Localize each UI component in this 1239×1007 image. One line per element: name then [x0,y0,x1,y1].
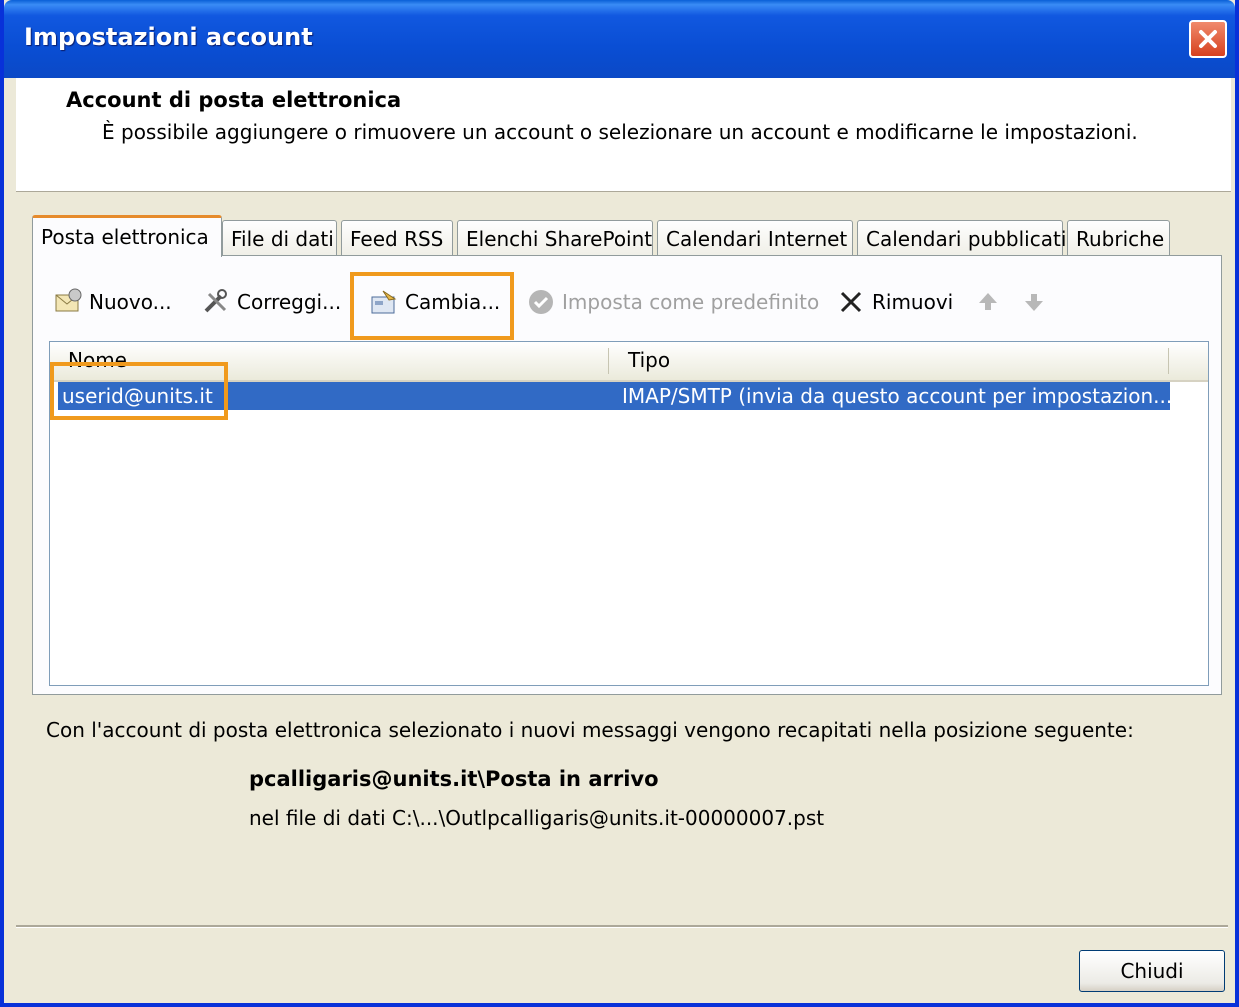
window-title: Impostazioni account [24,23,313,51]
tab-strip: Posta elettronica File di dati Feed RSS … [32,215,1212,257]
tab-email[interactable]: Posta elettronica [32,215,222,257]
arrow-down-icon [1025,294,1043,311]
set-default-label: Imposta come predefinito [562,290,820,314]
new-mail-icon [55,288,82,312]
set-default-button[interactable]: Imposta come predefinito [526,284,819,320]
column-separator[interactable] [608,348,609,374]
column-separator[interactable] [1168,348,1169,374]
remove-account-button[interactable]: Rimuovi [836,284,953,320]
table-row[interactable]: userid@units.it IMAP/SMTP (invia da ques… [58,382,1173,410]
tab-internet-calendars[interactable]: Calendari Internet [657,220,853,256]
column-header-type[interactable]: Tipo [628,348,670,372]
remove-x-icon [840,291,862,313]
account-list[interactable]: Nome Tipo userid@units.it IMAP/SMTP (inv… [49,341,1209,686]
tab-sharepoint-lists[interactable]: Elenchi SharePoint [457,220,653,256]
change-account-button[interactable]: Cambia... [369,284,500,320]
change-account-label: Cambia... [405,290,501,314]
email-tab-panel: Nuovo... Correggi... Cambia... Imposta c… [32,255,1222,695]
delivery-data-file: nel file di dati C:\...\Outlpcalligaris@… [249,806,825,830]
tab-address-books[interactable]: Rubriche [1067,220,1170,256]
repair-account-label: Correggi... [237,290,342,314]
change-settings-icon [371,290,397,314]
arrow-up-icon [979,293,997,310]
account-settings-window: Impostazioni account Account di posta el… [0,0,1239,1007]
delivery-info-text: Con l'account di posta elettronica selez… [46,718,1134,742]
tab-data-files[interactable]: File di dati [222,220,337,256]
new-account-button[interactable]: Nuovo... [53,284,172,320]
account-type-cell: IMAP/SMTP (invia da questo account per i… [622,384,1173,408]
close-icon [1199,30,1217,48]
header-title: Account di posta elettronica [66,88,402,112]
remove-account-label: Rimuovi [872,290,954,314]
footer-divider [16,925,1228,928]
close-dialog-button[interactable]: Chiudi [1079,950,1225,992]
new-account-label: Nuovo... [89,290,172,314]
title-bar[interactable]: Impostazioni account [4,0,1235,78]
list-header: Nome Tipo [50,342,1208,382]
checkmark-circle-icon [529,290,553,314]
account-name-cell: userid@units.it [62,384,213,408]
dialog-header: Account di posta elettronica È possibile… [16,78,1231,192]
header-subtitle: È possibile aggiungere o rimuovere un ac… [102,120,1138,144]
move-down-button[interactable] [1019,284,1049,320]
repair-account-button[interactable]: Correggi... [201,284,341,320]
tab-published-calendars[interactable]: Calendari pubblicati [857,220,1066,256]
move-up-button[interactable] [973,284,1003,320]
tab-rss-feeds[interactable]: Feed RSS [341,220,453,256]
window-close-button[interactable] [1189,20,1227,58]
column-header-name[interactable]: Nome [68,348,127,372]
tools-icon [204,289,227,313]
delivery-folder: pcalligaris@units.it\Posta in arrivo [249,767,659,791]
